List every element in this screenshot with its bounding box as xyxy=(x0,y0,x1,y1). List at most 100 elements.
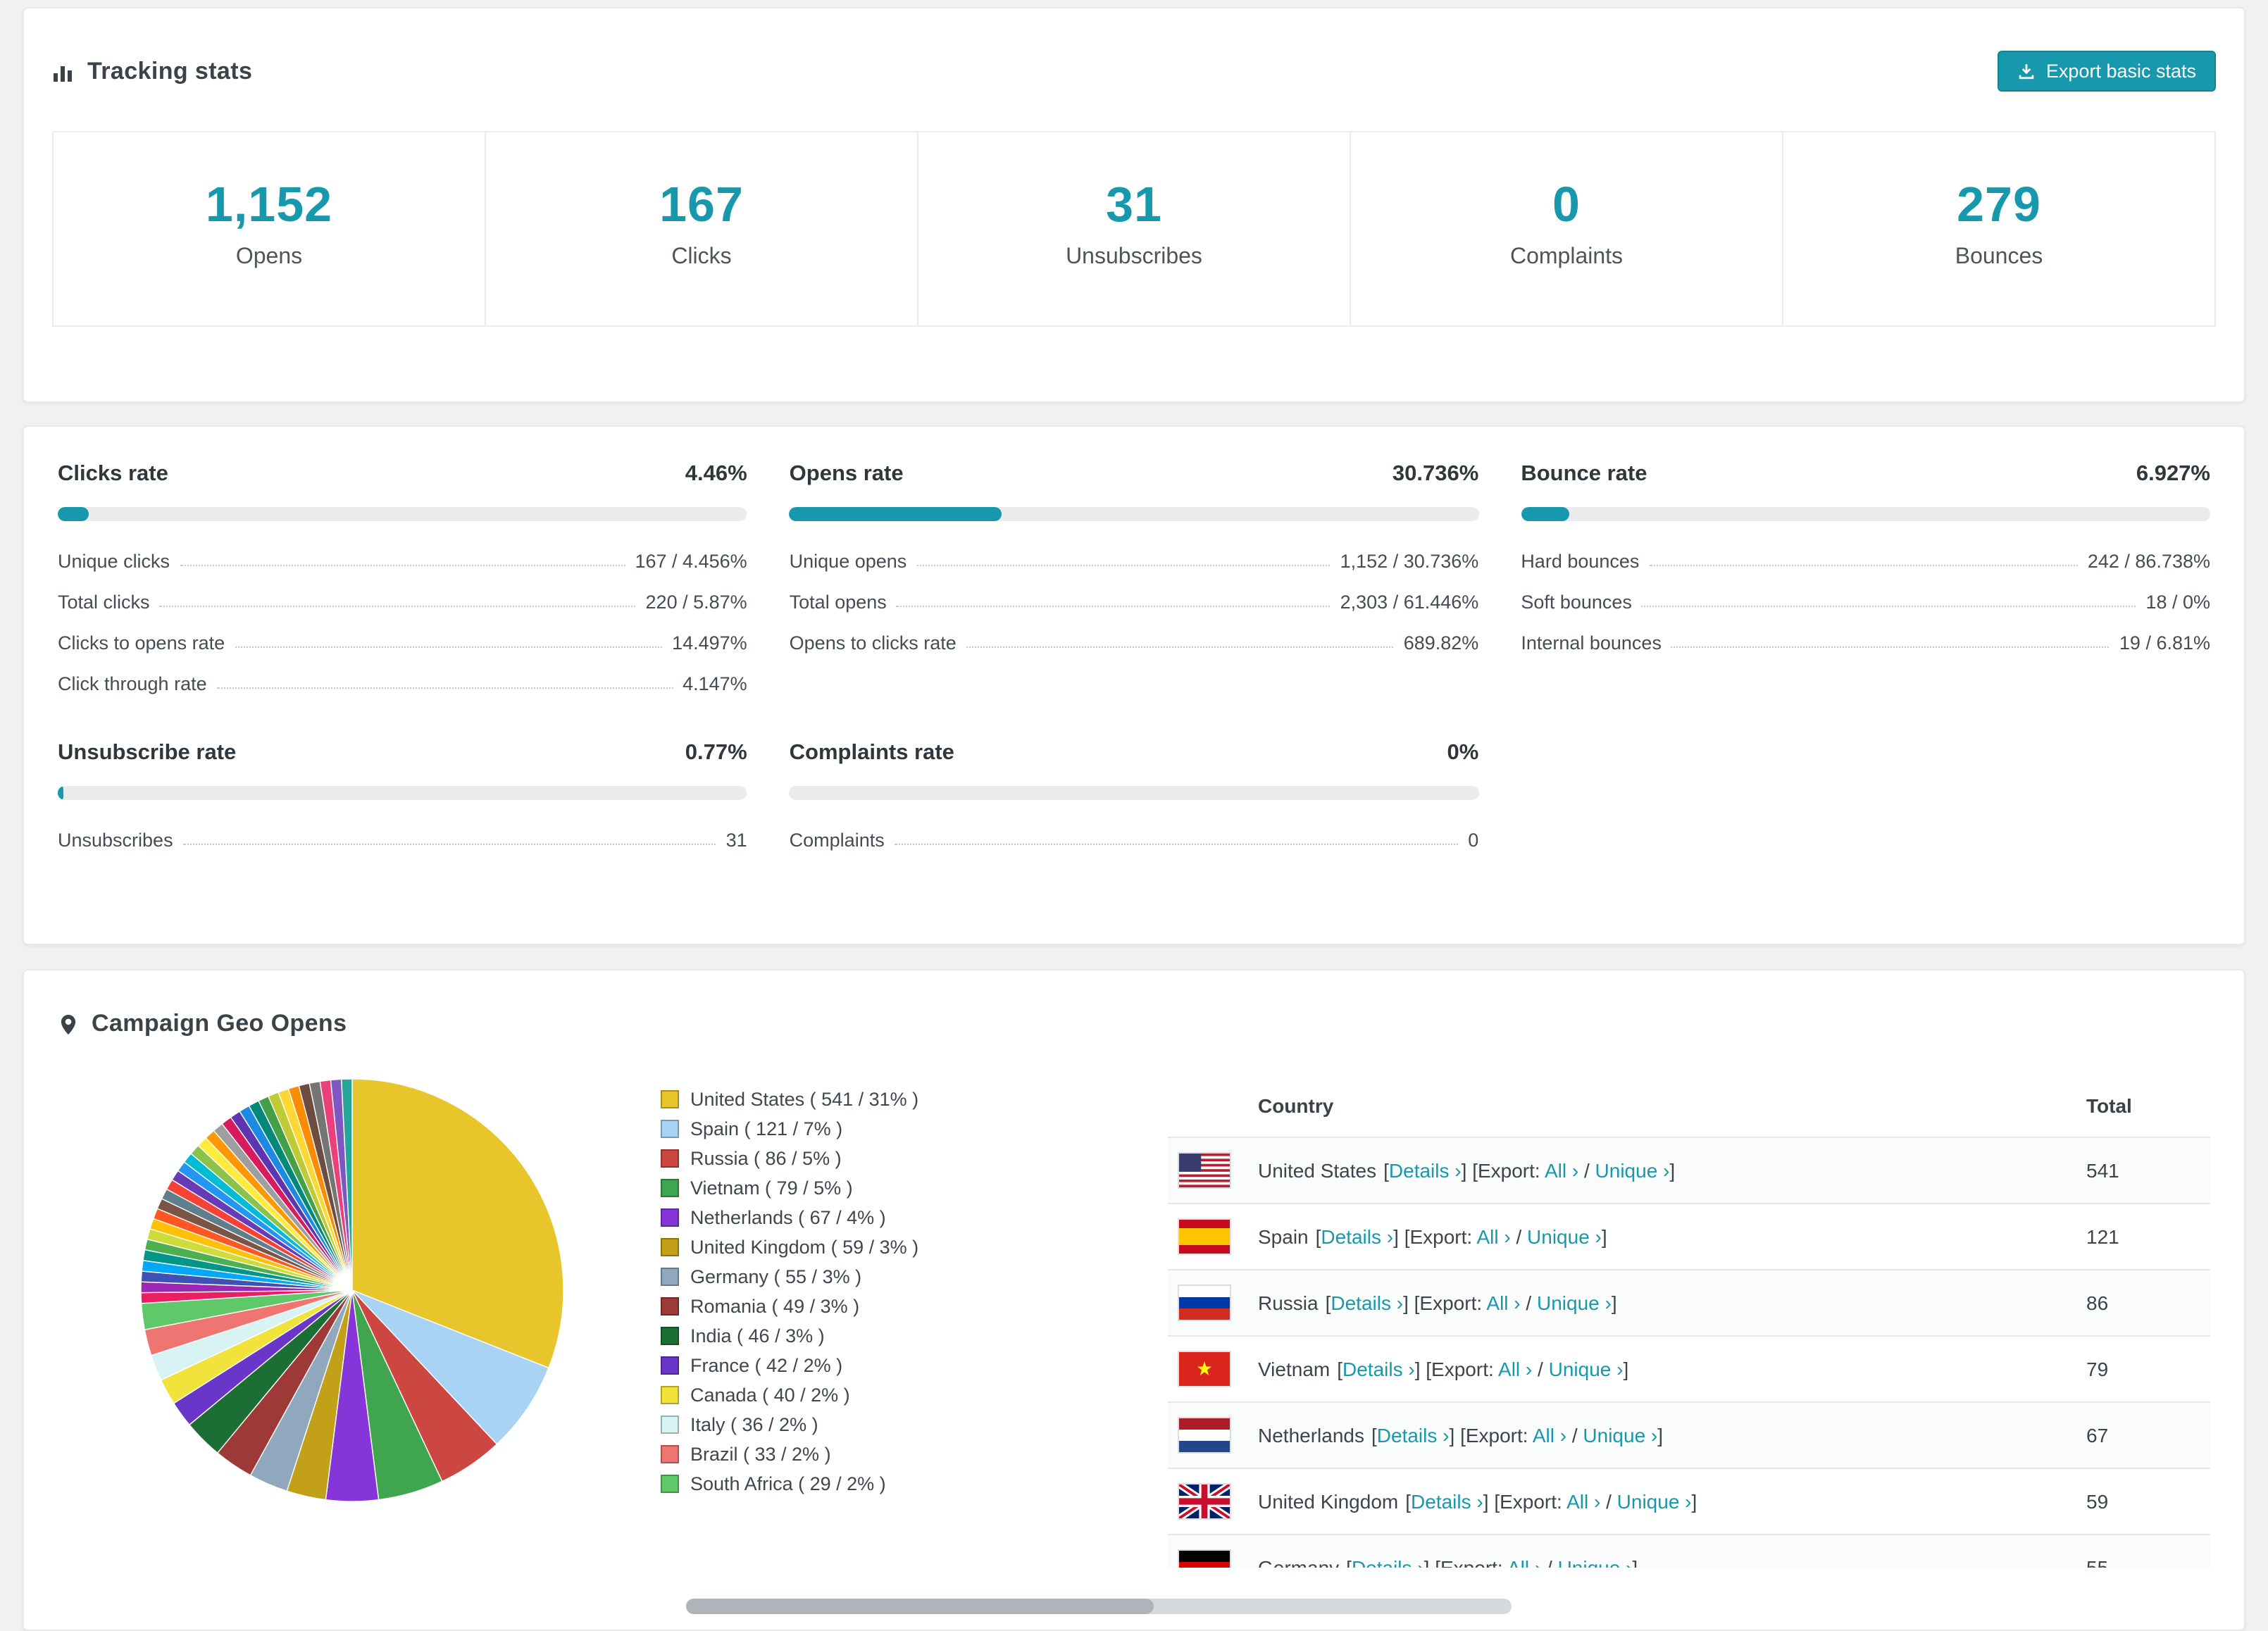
geo-table: Country Total United States [Details ›] [… xyxy=(1168,1075,2210,1568)
export-all-link[interactable]: All › xyxy=(1476,1225,1510,1248)
export-unique-link[interactable]: Unique › xyxy=(1617,1490,1692,1513)
metric-row-unsubscribes: Unsubscribes 31 xyxy=(58,820,747,861)
country-cell: Russia [Details ›] [Export: All › / Uniqu… xyxy=(1247,1270,2075,1337)
dotted-leader xyxy=(159,606,636,607)
metric-value: 31 xyxy=(725,830,747,851)
country-total: 55 xyxy=(2075,1535,2210,1568)
export-all-link[interactable]: All › xyxy=(1498,1358,1532,1380)
export-all-link[interactable]: All › xyxy=(1486,1292,1520,1314)
export-all-link[interactable]: All › xyxy=(1507,1556,1541,1568)
details-link[interactable]: Details › xyxy=(1377,1424,1450,1446)
stat-complaints: 0 Complaints xyxy=(1351,132,1783,325)
export-unique-link[interactable]: Unique › xyxy=(1537,1292,1612,1314)
metric-row-opens-to-clicks-rate: Opens to clicks rate 689.82% xyxy=(790,623,1479,663)
details-link[interactable]: Details › xyxy=(1331,1292,1403,1314)
slash: / xyxy=(1520,1292,1537,1314)
export-all-link[interactable]: All › xyxy=(1566,1490,1600,1513)
horizontal-scrollbar-thumb[interactable] xyxy=(686,1599,1154,1614)
legend-item-vietnam: Vietnam ( 79 / 5% ) xyxy=(661,1173,1083,1203)
export-unique-link[interactable]: Unique › xyxy=(1595,1159,1670,1182)
country-name: Russia xyxy=(1258,1292,1319,1314)
bracket: ] xyxy=(1632,1556,1638,1568)
rate-title: Clicks rate xyxy=(58,462,168,486)
metric-row-soft-bounces: Soft bounces 18 / 0% xyxy=(1521,582,2210,623)
export-label: [Export: xyxy=(1435,1556,1503,1568)
geo-opens-pie-chart xyxy=(58,1075,571,1513)
legend-swatch xyxy=(661,1297,679,1316)
export-unique-link[interactable]: Unique › xyxy=(1549,1358,1624,1380)
metric-row-complaints: Complaints 0 xyxy=(790,820,1479,861)
details-link[interactable]: Details › xyxy=(1411,1490,1483,1513)
legend-item-canada: Canada ( 40 / 2% ) xyxy=(661,1380,1083,1410)
details-link[interactable]: Details › xyxy=(1352,1556,1424,1568)
export-unique-link[interactable]: Unique › xyxy=(1583,1424,1657,1446)
legend-label: Brazil ( 33 / 2% ) xyxy=(690,1444,831,1465)
stats-summary-row: 1,152 Opens 167 Clicks 31 Unsubscribes 0 Compla… xyxy=(52,131,2216,327)
horizontal-scrollbar-track[interactable] xyxy=(686,1599,1512,1614)
export-all-link[interactable]: All › xyxy=(1533,1424,1566,1446)
legend-item-russia: Russia ( 86 / 5% ) xyxy=(661,1144,1083,1173)
export-label: [Export: xyxy=(1426,1358,1494,1380)
bracket: ] xyxy=(1423,1556,1435,1568)
stat-label: Bounces xyxy=(1955,245,2043,269)
geo-table-row-vietnam: Vietnam [Details ›] [Export: All › / Uniq… xyxy=(1168,1336,2210,1403)
country-cell: Vietnam [Details ›] [Export: All › / Uniq… xyxy=(1247,1336,2075,1403)
export-basic-stats-button[interactable]: Export basic stats xyxy=(1998,51,2216,92)
bracket: ] xyxy=(1483,1490,1495,1513)
dotted-leader xyxy=(966,646,1394,648)
legend-item-romania: Romania ( 49 / 3% ) xyxy=(661,1292,1083,1321)
legend-swatch xyxy=(661,1475,679,1493)
tracking-stats-title-text: Tracking stats xyxy=(87,57,253,84)
campaign-geo-opens-title-text: Campaign Geo Opens xyxy=(92,1010,347,1037)
metric-value: 18 / 0% xyxy=(2145,592,2210,613)
country-flag-es-icon xyxy=(1168,1204,1247,1270)
stat-value: 167 xyxy=(659,177,744,232)
export-all-link[interactable]: All › xyxy=(1545,1159,1578,1182)
legend-label: Canada ( 40 / 2% ) xyxy=(690,1385,850,1406)
legend-swatch xyxy=(661,1149,679,1168)
details-link[interactable]: Details › xyxy=(1389,1159,1462,1182)
dotted-leader xyxy=(235,646,663,648)
rate-value: 0.77% xyxy=(685,741,747,765)
details-link[interactable]: Details › xyxy=(1321,1225,1393,1248)
export-icon xyxy=(2018,62,2036,80)
details-link[interactable]: Details › xyxy=(1342,1358,1415,1380)
stat-unsubscribes: 31 Unsubscribes xyxy=(918,132,1351,325)
bracket: ] xyxy=(1611,1292,1617,1314)
geo-table-row-united-states: United States [Details ›] [Export: All › … xyxy=(1168,1137,2210,1204)
country-total: 67 xyxy=(2075,1402,2210,1469)
metric-row-click-through-rate: Click through rate 4.147% xyxy=(58,663,747,704)
rate-panel-unsubscribe-rate: Unsubscribe rate 0.77% Unsubscribes 31 xyxy=(58,741,747,861)
legend-item-india: India ( 46 / 3% ) xyxy=(661,1321,1083,1351)
bar-chart-icon xyxy=(52,60,75,82)
country-total: 121 xyxy=(2075,1204,2210,1270)
legend-label: South Africa ( 29 / 2% ) xyxy=(690,1473,886,1494)
progress-bar xyxy=(58,786,747,800)
export-unique-link[interactable]: Unique › xyxy=(1527,1225,1602,1248)
stat-label: Complaints xyxy=(1509,245,1624,269)
metric-label: Total clicks xyxy=(58,592,150,613)
export-unique-link[interactable]: Unique › xyxy=(1558,1556,1633,1568)
bracket: ] xyxy=(1669,1159,1676,1182)
rate-title: Unsubscribe rate xyxy=(58,741,237,765)
country-cell: Netherlands [Details ›] [Export: All › / … xyxy=(1247,1402,2075,1469)
legend-swatch xyxy=(661,1327,679,1345)
tracking-stats-title: Tracking stats xyxy=(52,57,252,85)
legend-item-spain: Spain ( 121 / 7% ) xyxy=(661,1114,1083,1144)
pie-chart-svg xyxy=(140,1078,564,1502)
bracket: ] xyxy=(1601,1225,1607,1248)
geo-table-row-germany: Germany [Details ›] [Export: All › / Uniq… xyxy=(1168,1535,2210,1568)
slash: / xyxy=(1566,1424,1583,1446)
metric-row-unique-clicks: Unique clicks 167 / 4.456% xyxy=(58,541,747,582)
geo-table-header-row: Country Total xyxy=(1168,1075,2210,1138)
dotted-leader xyxy=(896,606,1331,607)
stat-label: Clicks xyxy=(671,245,732,269)
geo-table-row-netherlands: Netherlands [Details ›] [Export: All › / … xyxy=(1168,1402,2210,1469)
legend-item-france: France ( 42 / 2% ) xyxy=(661,1351,1083,1380)
country-total: 79 xyxy=(2075,1336,2210,1403)
legend-label: Spain ( 121 / 7% ) xyxy=(690,1118,843,1139)
legend-label: Germany ( 55 / 3% ) xyxy=(690,1266,862,1287)
geo-table-row-spain: Spain [Details ›] [Export: All › / Unique… xyxy=(1168,1204,2210,1270)
metric-value: 167 / 4.456% xyxy=(635,551,747,572)
rate-value: 0% xyxy=(1447,741,1479,765)
